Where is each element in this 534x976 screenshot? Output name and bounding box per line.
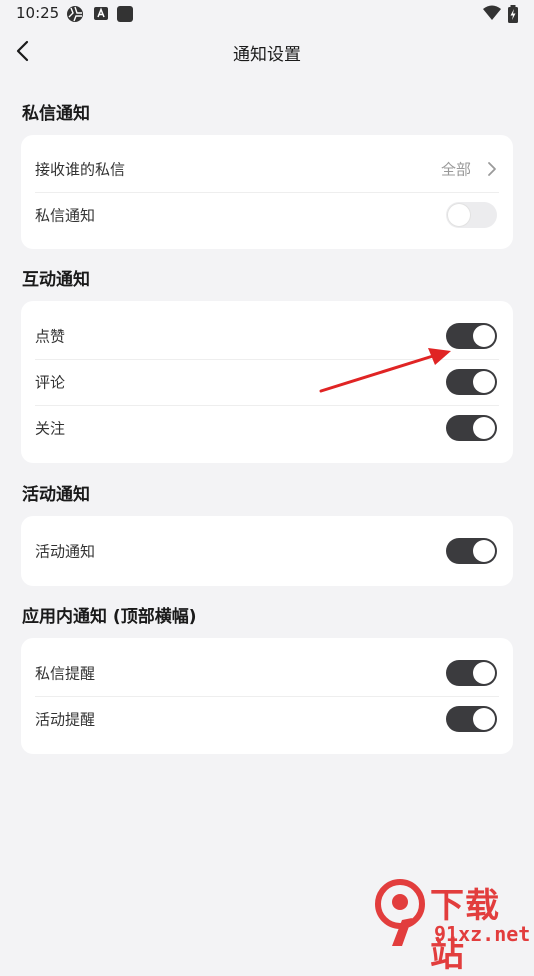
row-label: 关注 bbox=[35, 419, 66, 438]
watermark-domain: 91xz.net bbox=[434, 922, 531, 946]
watermark-logo-icon bbox=[375, 879, 425, 946]
row-label: 评论 bbox=[35, 373, 66, 392]
toggle-knob bbox=[473, 540, 495, 562]
row-label: 接收谁的私信 bbox=[35, 160, 126, 179]
row-receive-from[interactable]: 接收谁的私信 全部 bbox=[35, 146, 499, 193]
row-private-message-notify: 私信通知 bbox=[35, 192, 499, 238]
toggle-knob bbox=[473, 325, 495, 347]
row-label: 活动通知 bbox=[35, 542, 96, 561]
a-box-icon bbox=[94, 7, 108, 20]
watermark: 下载站 91xz.net bbox=[372, 878, 532, 975]
annotation-arrow bbox=[319, 348, 451, 393]
toggle-knob bbox=[473, 708, 495, 730]
section-title-interaction: 互动通知 bbox=[22, 270, 90, 290]
card-activity: 活动通知 bbox=[21, 516, 513, 586]
row-label: 点赞 bbox=[35, 327, 66, 346]
row-follow: 关注 bbox=[35, 405, 499, 451]
aperture-icon bbox=[67, 6, 83, 22]
toggle-knob bbox=[473, 417, 495, 439]
wifi-icon bbox=[483, 5, 501, 20]
section-title-activity: 活动通知 bbox=[22, 485, 90, 505]
toggle-follow[interactable] bbox=[446, 415, 497, 441]
section-title-in-app: 应用内通知 (顶部横幅) bbox=[22, 607, 197, 627]
row-label: 私信通知 bbox=[35, 206, 96, 225]
toggle-knob bbox=[473, 371, 495, 393]
card-in-app: 私信提醒 活动提醒 bbox=[21, 638, 513, 754]
square-icon bbox=[117, 6, 133, 22]
row-label: 活动提醒 bbox=[35, 710, 96, 729]
toggle-knob bbox=[473, 662, 495, 684]
card-private-message: 接收谁的私信 全部 私信通知 bbox=[21, 135, 513, 249]
row-private-message-reminder: 私信提醒 bbox=[35, 650, 499, 697]
status-bar: 10:25 bbox=[0, 0, 534, 28]
toggle-private-message-reminder[interactable] bbox=[446, 660, 497, 686]
nav-bar: 通知设置 bbox=[0, 28, 534, 74]
toggle-activity-notify[interactable] bbox=[446, 538, 497, 564]
toggle-knob bbox=[448, 204, 470, 226]
battery-charging-icon bbox=[508, 5, 518, 23]
status-time: 10:25 bbox=[16, 4, 60, 22]
row-label: 私信提醒 bbox=[35, 664, 96, 683]
toggle-private-message-notify[interactable] bbox=[446, 202, 497, 228]
row-activity-reminder: 活动提醒 bbox=[35, 696, 499, 742]
section-title-private-message: 私信通知 bbox=[22, 104, 90, 124]
row-value: 全部 bbox=[440, 160, 471, 179]
chevron-right-icon bbox=[488, 162, 496, 176]
page-title: 通知设置 bbox=[233, 45, 301, 65]
toggle-activity-reminder[interactable] bbox=[446, 706, 497, 732]
row-activity-notify: 活动通知 bbox=[35, 528, 499, 574]
